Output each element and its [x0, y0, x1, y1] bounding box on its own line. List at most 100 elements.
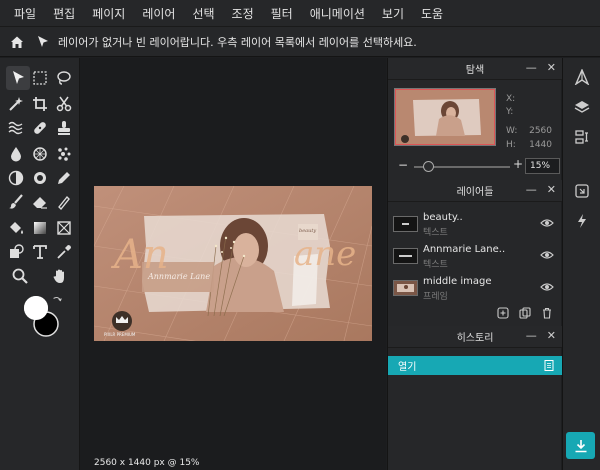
arrange-tool-icon[interactable] [6, 66, 30, 90]
tag-text: beauty [299, 228, 317, 234]
zoom-slider-handle[interactable] [422, 161, 434, 172]
liquify-tool-icon[interactable] [4, 116, 28, 140]
zoom-out-button[interactable]: − [398, 158, 408, 172]
navigator-thumbnail[interactable] [394, 88, 496, 146]
artboard[interactable]: An ane Annmarie Lane beauty PIXLR PREMIU… [94, 186, 372, 341]
collapse-icon[interactable]: — [526, 62, 537, 74]
pencil-tool-icon[interactable] [52, 166, 76, 190]
arrow-tool-icon [34, 35, 52, 49]
layer-thumbnail [393, 248, 418, 264]
right-panel: 탐색 — ✕ X: Y: W: H: 2560 1440 − + 15% 레이어… [387, 58, 562, 470]
close-icon[interactable]: ✕ [547, 330, 556, 342]
zoom-tool-icon[interactable] [8, 264, 32, 288]
logo-text: PIXLR PREMIUM [104, 332, 136, 337]
blur-drop-icon[interactable] [4, 142, 28, 166]
heal-bandage-icon[interactable] [28, 116, 52, 140]
gradient-tool-icon[interactable] [28, 216, 52, 240]
visibility-eye-icon[interactable] [540, 217, 554, 229]
sponge-tool-icon[interactable] [28, 142, 52, 166]
download-button[interactable] [566, 432, 595, 459]
y-label: Y: [506, 107, 514, 117]
layer-row[interactable]: Annmarie Lane.. 텍스트 [388, 240, 562, 272]
close-icon[interactable]: ✕ [547, 62, 556, 74]
menu-edit[interactable]: 편집 [53, 5, 75, 22]
adjustments-toggle-icon[interactable] [573, 128, 591, 146]
tool-panel [0, 58, 80, 470]
card-text: Annmarie Lane [148, 272, 211, 281]
history-header: 히스토리 — ✕ [388, 326, 562, 348]
h-label: H: [506, 140, 516, 150]
visibility-eye-icon[interactable] [540, 281, 554, 293]
script-text-right: ane [294, 234, 357, 274]
menu-adjust[interactable]: 조정 [232, 5, 254, 22]
delete-layer-icon[interactable] [540, 306, 554, 320]
dodge-burn-icon[interactable] [4, 166, 28, 190]
menu-page[interactable]: 페이지 [92, 5, 125, 22]
eraser-tool-icon[interactable] [28, 190, 52, 214]
layers-toggle-icon[interactable] [573, 98, 591, 116]
menu-filter[interactable]: 필터 [271, 5, 293, 22]
sharpen-tool-icon[interactable] [28, 166, 52, 190]
layer-thumbnail [393, 216, 418, 232]
marquee-tool-icon[interactable] [28, 66, 52, 90]
navigator-toggle-icon[interactable] [573, 68, 591, 86]
background-color-swatch[interactable] [32, 310, 60, 338]
layers-title: 레이어들 [456, 187, 494, 198]
layer-type: 텍스트 [423, 228, 448, 238]
navigator-viewport[interactable] [395, 89, 495, 145]
collapse-icon[interactable]: — [526, 330, 537, 342]
lasso-tool-icon[interactable] [52, 66, 76, 90]
navigator-header: 탐색 — ✕ [388, 58, 562, 80]
layer-name: Annmarie Lane.. [423, 244, 506, 255]
w-value: 2560 [529, 126, 552, 136]
layer-name: middle image [423, 276, 492, 287]
history-title: 히스토리 [456, 333, 494, 344]
canvas-status: 2560 x 1440 px @ 15% [94, 458, 200, 468]
color-picker-pen-icon[interactable] [52, 190, 76, 214]
close-icon[interactable]: ✕ [547, 184, 556, 196]
brush-tool-icon[interactable] [4, 190, 28, 214]
add-layer-icon[interactable] [496, 306, 510, 320]
menu-animation[interactable]: 애니메이션 [310, 5, 365, 22]
x-label: X: [506, 94, 516, 104]
layers-header: 레이어들 — ✕ [388, 180, 562, 202]
menu-layer[interactable]: 레이어 [142, 5, 175, 22]
menu-help[interactable]: 도움 [421, 5, 443, 22]
collapse-icon[interactable]: — [526, 184, 537, 196]
fill-bucket-icon[interactable] [4, 216, 28, 240]
w-label: W: [506, 126, 518, 136]
shape-tool-icon[interactable] [4, 240, 28, 264]
eyedropper-icon[interactable] [52, 240, 76, 264]
disperse-dots-icon[interactable] [52, 142, 76, 166]
quick-actions-icon[interactable] [573, 212, 591, 230]
swap-colors-icon[interactable] [50, 294, 64, 308]
cutout-scissors-icon[interactable] [52, 92, 76, 116]
zoom-row: − + 15% [396, 157, 560, 174]
layer-type: 텍스트 [423, 260, 448, 270]
shape-frame-icon[interactable] [52, 216, 76, 240]
menu-select[interactable]: 선택 [192, 5, 214, 22]
layer-thumbnail [393, 280, 418, 296]
layer-row[interactable]: middle image 프레임 [388, 272, 562, 304]
layer-row[interactable]: beauty.. 텍스트 [388, 208, 562, 240]
menu-bar: 파일 편집 페이지 레이어 선택 조정 필터 애니메이션 보기 도움 [0, 0, 600, 27]
menu-view[interactable]: 보기 [382, 5, 404, 22]
clone-stamp-icon[interactable] [52, 116, 76, 140]
history-item-label: 열기 [398, 362, 417, 373]
canvas-workspace[interactable]: An ane Annmarie Lane beauty PIXLR PREMIU… [80, 58, 386, 470]
home-icon[interactable] [0, 34, 34, 50]
document-icon [544, 360, 554, 374]
visibility-eye-icon[interactable] [540, 249, 554, 261]
history-item-open[interactable]: 열기 [388, 356, 562, 375]
menu-file[interactable]: 파일 [14, 5, 36, 22]
info-message: 레이어가 없거나 빈 레이어랍니다. 우측 레이어 목록에서 레이어를 선택하세… [58, 35, 417, 49]
duplicate-layer-icon[interactable] [518, 306, 532, 320]
hand-tool-icon[interactable] [48, 264, 72, 288]
text-tool-icon[interactable] [28, 240, 52, 264]
zoom-in-button[interactable]: + [513, 157, 523, 171]
zoom-input[interactable]: 15% [525, 158, 560, 174]
crop-tool-icon[interactable] [28, 92, 52, 116]
panel-toggle-strip [562, 58, 600, 470]
expand-panel-icon[interactable] [573, 182, 591, 200]
magic-wand-tool-icon[interactable] [4, 92, 28, 116]
